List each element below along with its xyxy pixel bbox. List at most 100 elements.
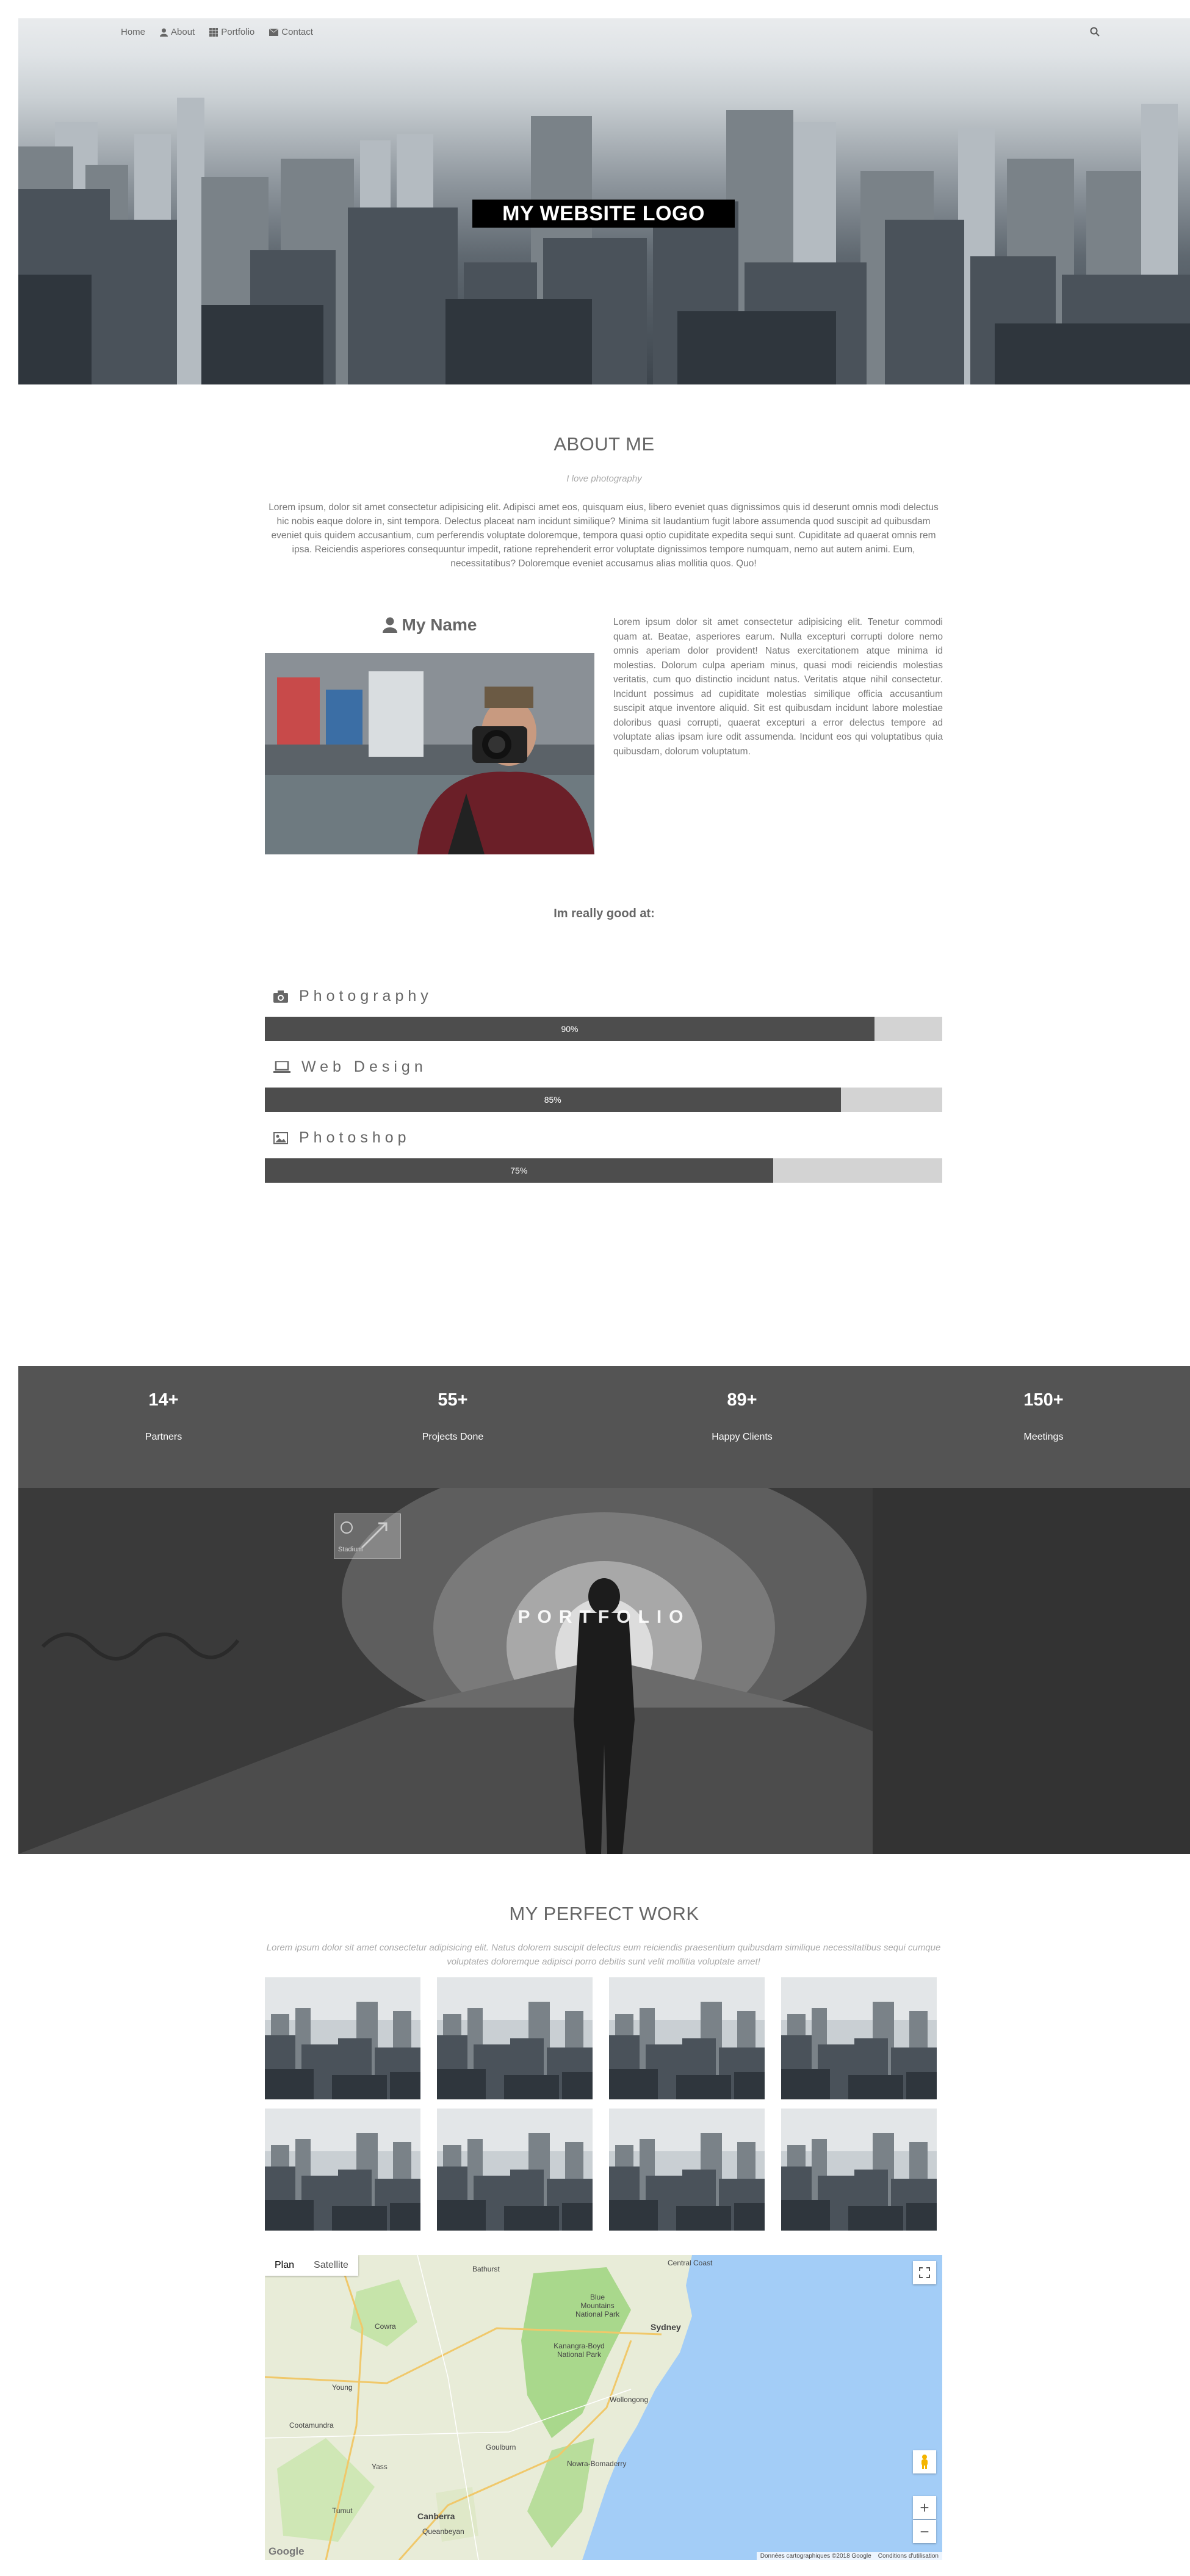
skill-name: Photography [299,987,433,1005]
fullscreen-button[interactable] [913,2261,936,2284]
map-place: Cowra [375,2322,396,2331]
search-icon[interactable] [1090,27,1100,37]
portfolio-title: PORTFOLIO [517,1607,691,1627]
skill-label-photoshop: Photoshop [273,1129,411,1147]
profile-name: My Name [402,615,477,634]
profile-photo [265,653,594,854]
about-text: Lorem ipsum, dolor sit amet consectetur … [269,502,939,569]
site-logo[interactable]: MY WEBSITE LOGO [472,200,735,228]
skill-bar-web-design: 85% [265,1088,942,1112]
tunnel-image [18,1488,1190,1854]
embedded-map-label: Stadium [338,1546,363,1553]
fullscreen-icon [919,2267,930,2278]
map-place: Kanangra-Boyd National Park [554,2342,605,2359]
map-data-credit: Données cartographiques ©2018 Google [760,2553,871,2560]
map-place: Queanbeyan [422,2527,464,2536]
embedded-map-control[interactable]: Stadium [334,1513,401,1559]
map-place: Tumut [332,2506,353,2515]
user-icon [382,617,397,633]
skill-name: Web Design [301,1058,427,1075]
map-place: Yass [372,2462,388,2471]
page: Home About Portfolio Contact MY WEBSITE … [18,18,1190,2560]
counter-number: 150+ [1023,1390,1064,1410]
skill-bar-fill: 85% [265,1088,841,1112]
nav-portfolio[interactable]: Portfolio [209,27,254,37]
map-place: Central Coast [668,2259,713,2267]
profile-bio: Lorem ipsum dolor sit amet consectetur a… [613,617,943,757]
portfolio-banner: Stadium PORTFOLIO [18,1488,1190,1854]
nav-home-label: Home [121,27,146,37]
nav-about-label: About [171,27,195,37]
map-attribution: Données cartographiques ©2018 Google Con… [756,2552,942,2560]
skill-percent: 85% [544,1095,561,1105]
street-view-button[interactable] [913,2450,936,2473]
counter-label: Meetings [1023,1432,1064,1442]
counter-number: 14+ [148,1390,179,1410]
about-title: ABOUT ME [554,433,655,455]
user-icon [160,28,168,37]
nav-about[interactable]: About [160,27,195,37]
google-logo: Google [269,2545,305,2557]
nav-portfolio-label: Portfolio [221,27,255,37]
top-nav: Home About Portfolio Contact [121,27,313,37]
map-place: Blue Mountains National Park [575,2293,620,2318]
gallery-thumbnail[interactable] [437,2109,593,2231]
map-terms-link[interactable]: Conditions d'utilisation [878,2553,939,2560]
counter-number: 55+ [438,1390,468,1410]
map-place: Bathurst [472,2265,500,2273]
skill-bar-photography: 90% [265,1017,942,1041]
map-place: Canberra [417,2511,455,2521]
counter-label: Projects Done [422,1432,484,1442]
skill-label-web-design: Web Design [273,1058,427,1076]
zoom-out-button[interactable]: − [913,2520,936,2543]
map-place: Young [332,2383,353,2392]
counter-clients: 89+ Happy Clients [651,1390,834,1443]
map-place: Cootamundra [289,2421,334,2430]
skill-bar-fill: 90% [265,1017,874,1041]
gallery-thumbnail[interactable] [781,2109,937,2231]
skill-percent: 90% [561,1024,579,1034]
skill-bar-fill: 75% [265,1158,773,1183]
counter-label: Partners [145,1432,182,1442]
camera-icon [273,990,288,1003]
skill-percent: 75% [510,1166,528,1175]
gallery-thumbnail[interactable] [265,1977,420,2099]
skill-name: Photoshop [299,1129,411,1146]
counter-meetings: 150+ Meetings [952,1390,1135,1443]
profile-name-heading: My Name [265,615,594,635]
counter-projects: 55+ Projects Done [361,1390,544,1443]
map-tab-satellite[interactable]: Satellite [304,2255,358,2276]
google-map[interactable]: Plan Satellite + − Central Coast Bathurs… [265,2255,942,2560]
gallery-thumbnail[interactable] [437,1977,593,2099]
pegman-icon [921,2455,928,2469]
counter-partners: 14+ Partners [72,1390,255,1443]
gallery-thumbnail[interactable] [609,2109,765,2231]
map-tab-plan[interactable]: Plan [265,2255,304,2276]
grid-icon [209,27,218,37]
map-place: Sydney [651,2322,681,2332]
image-icon [273,1131,288,1144]
map-type-tabs: Plan Satellite [265,2255,358,2276]
zoom-in-button[interactable]: + [913,2496,936,2519]
nav-home[interactable]: Home [121,27,145,37]
map-place: Goulburn [486,2443,516,2452]
nav-contact-label: Contact [281,27,313,37]
hero-banner: Home About Portfolio Contact MY WEBSITE … [18,18,1190,384]
skill-label-photography: Photography [273,987,433,1005]
gallery-thumbnail[interactable] [265,2109,420,2231]
envelope-icon [269,28,279,36]
skill-bar-photoshop: 75% [265,1158,942,1183]
counter-label: Happy Clients [712,1432,773,1442]
nav-contact[interactable]: Contact [269,27,313,37]
laptop-icon [273,1061,290,1073]
gallery-thumbnail[interactable] [781,1977,937,2099]
map-place: Wollongong [610,2395,649,2404]
counters-section: 14+ Partners 55+ Projects Done 89+ Happy… [18,1366,1190,1488]
counter-number: 89+ [727,1390,757,1410]
about-subtitle: I love photography [566,474,642,484]
skills-heading: Im really good at: [554,907,655,920]
work-subtitle: Lorem ipsum dolor sit amet consectetur a… [266,1943,941,1967]
work-title: MY PERFECT WORK [509,1903,699,1924]
gallery-thumbnail[interactable] [609,1977,765,2099]
map-place: Nowra-Bomaderry [567,2459,627,2468]
